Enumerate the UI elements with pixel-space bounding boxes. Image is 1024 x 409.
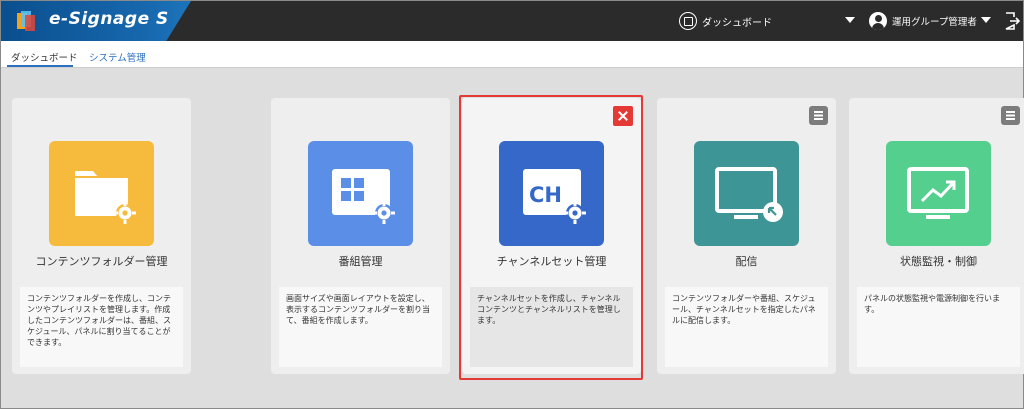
card-description: コンテンツフォルダーを作成し、コンテンツやプレイリストを管理します。作成したコン… <box>20 287 183 367</box>
chevron-down-icon[interactable] <box>845 17 855 23</box>
card-label: コンテンツフォルダー管理 <box>35 255 168 268</box>
menu-icon[interactable] <box>1001 106 1020 125</box>
active-tab-indicator <box>7 65 73 67</box>
app-logo-icon <box>17 11 35 31</box>
top-header: e-Signage S ダッシュボード 運用グループ管理者 <box>1 1 1023 41</box>
dashboard-link-label: ダッシュボード <box>702 17 772 29</box>
user-menu-chevron-icon[interactable] <box>981 17 991 23</box>
app-frame: e-Signage S ダッシュボード 運用グループ管理者 ダッシュボード シス… <box>0 0 1024 409</box>
user-label: 運用グループ管理者 <box>892 17 977 28</box>
dashboard-link[interactable]: ダッシュボード <box>679 11 772 31</box>
tab-dashboard[interactable]: ダッシュボード <box>11 50 78 64</box>
dashboard-icon <box>679 12 697 30</box>
card-label: 配信 <box>735 255 758 268</box>
card-status-monitor[interactable]: 状態監視・制御 パネルの状態監視や電源制御を行います。 <box>849 98 1024 374</box>
monitor-deliver-icon <box>694 141 799 246</box>
user-menu[interactable]: 運用グループ管理者 <box>869 11 977 31</box>
tab-bar: ダッシュボード システム管理 <box>1 41 1023 68</box>
card-description: パネルの状態監視や電源制御を行います。 <box>857 287 1020 367</box>
monitor-chart-icon <box>886 141 991 246</box>
card-distribution[interactable]: 配信 コンテンツフォルダーや番組、スケジュール、チャンネルセットを指定したパネル… <box>657 98 836 374</box>
card-label: 状態監視・制御 <box>900 255 977 268</box>
card-program[interactable]: 番組管理 画面サイズや画面レイアウトを設定し、表示するコンテンツフォルダーを割り… <box>271 98 450 374</box>
menu-icon[interactable] <box>809 106 828 125</box>
card-content-folder[interactable]: コンテンツフォルダー管理 コンテンツフォルダーを作成し、コンテンツやプレイリスト… <box>12 98 191 374</box>
logout-icon[interactable] <box>1004 12 1020 30</box>
brand-area[interactable]: e-Signage S <box>1 1 191 41</box>
layout-gear-icon <box>308 141 413 246</box>
card-label: 番組管理 <box>338 255 383 268</box>
app-title: e-Signage S <box>49 9 169 29</box>
selection-outline <box>459 95 643 380</box>
tab-system-management[interactable]: システム管理 <box>89 50 146 64</box>
card-description: コンテンツフォルダーや番組、スケジュール、チャンネルセットを指定したパネルに配信… <box>665 287 828 367</box>
card-description: 画面サイズや画面レイアウトを設定し、表示するコンテンツフォルダーを割り当て、番組… <box>279 287 442 367</box>
user-avatar-icon <box>869 12 887 30</box>
folder-gear-icon <box>49 141 154 246</box>
